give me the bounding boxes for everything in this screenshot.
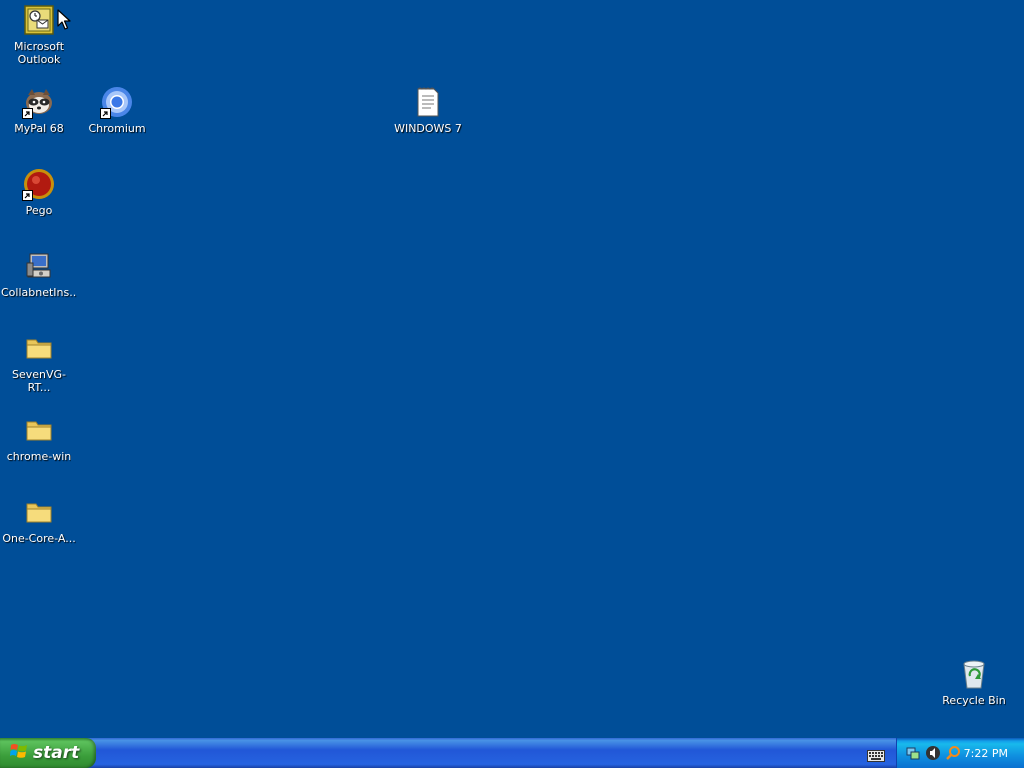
desktop-icon-label: WINDOWS 7 — [394, 122, 462, 135]
desktop-icon-label: Chromium — [88, 122, 146, 135]
start-button[interactable]: start — [0, 738, 96, 768]
start-label: start — [33, 743, 80, 763]
desktop-icon-pego[interactable]: Pego — [1, 167, 77, 217]
desktop-icon-label: CollabnetIns... — [1, 286, 77, 299]
desktop-icon-label: Recycle Bin — [942, 694, 1006, 707]
shortcut-arrow-icon — [100, 108, 111, 119]
desktop-icon-label: Microsoft Outlook — [13, 40, 65, 66]
desktop-icon-label: Pego — [25, 204, 53, 217]
desktop-icon-recycle-bin[interactable]: Recycle Bin — [936, 657, 1012, 707]
speaker-icon[interactable] — [925, 745, 941, 761]
network-icon[interactable] — [905, 745, 921, 761]
desktop-icon-label: MyPal 68 — [14, 122, 64, 135]
folder-icon — [22, 413, 56, 447]
desktop-icon-label: SevenVG-RT... — [11, 368, 67, 394]
installer-icon — [22, 249, 56, 283]
desktop[interactable]: Microsoft Outlook MyPal 68 Chromium WIND… — [0, 0, 1024, 738]
shortcut-arrow-icon — [22, 108, 33, 119]
desktop-icon-collabnet-installer[interactable]: CollabnetIns... — [1, 249, 77, 299]
search-icon[interactable] — [945, 745, 961, 761]
folder-icon — [22, 331, 56, 365]
desktop-icon-label: chrome-win — [6, 450, 72, 463]
desktop-folder-one-core[interactable]: One-Core-A... — [1, 495, 77, 545]
pego-icon — [22, 167, 56, 201]
system-tray: 7:22 PM — [896, 738, 1024, 768]
keyboard-icon[interactable] — [867, 747, 885, 762]
mypal-icon — [22, 85, 56, 119]
desktop-icon-windows7-document[interactable]: WINDOWS 7 — [390, 85, 466, 135]
outlook-icon — [22, 3, 56, 37]
mouse-cursor-icon — [57, 9, 71, 35]
clock[interactable]: 7:22 PM — [964, 747, 1008, 760]
recycle-bin-icon — [957, 657, 991, 691]
desktop-folder-chrome-win[interactable]: chrome-win — [1, 413, 77, 463]
chromium-icon — [100, 85, 134, 119]
text-document-icon — [411, 85, 445, 119]
desktop-folder-sevenvg[interactable]: SevenVG-RT... — [1, 331, 77, 394]
desktop-icon-mypal[interactable]: MyPal 68 — [1, 85, 77, 135]
windows-logo-icon — [10, 742, 28, 764]
shortcut-arrow-icon — [22, 190, 33, 201]
taskbar: start 7:22 PM — [0, 738, 1024, 768]
folder-icon — [22, 495, 56, 529]
desktop-icon-label: One-Core-A... — [2, 532, 76, 545]
desktop-icon-chromium[interactable]: Chromium — [79, 85, 155, 135]
